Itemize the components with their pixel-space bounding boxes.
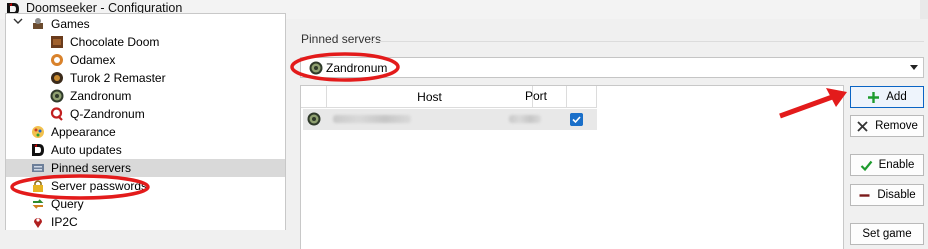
tree-item-pinned-servers[interactable]: Pinned servers bbox=[6, 159, 285, 177]
engine-select-value: Zandronum bbox=[326, 60, 388, 75]
pinned-servers-table[interactable]: Host bbox=[300, 85, 844, 249]
tree-item-auto-updates[interactable]: Auto updates bbox=[6, 141, 285, 159]
tree-item-label: Server passwords bbox=[51, 179, 148, 193]
group-label-pinned-servers: Pinned servers bbox=[301, 32, 382, 46]
tree-item-label: Games bbox=[51, 17, 90, 31]
tree-item-label: Turok 2 Remaster bbox=[70, 71, 166, 85]
tree-item-ip2c[interactable]: IP2C bbox=[6, 213, 285, 231]
tree-item-label: Pinned servers bbox=[51, 161, 132, 175]
games-icon bbox=[33, 18, 43, 29]
zandronum-icon bbox=[50, 89, 64, 103]
tree-item-turok-2-remaster[interactable]: Turok 2 Remaster bbox=[6, 69, 285, 87]
tree-item-zandronum[interactable]: Zandronum bbox=[6, 87, 285, 105]
minus-icon bbox=[859, 193, 870, 197]
set-game-button-label: Set game bbox=[862, 228, 912, 240]
add-button[interactable]: Add bbox=[850, 86, 924, 108]
tree-item-label: Q-Zandronum bbox=[70, 107, 145, 121]
q-zandronum-icon bbox=[50, 107, 63, 121]
column-header-icon[interactable] bbox=[301, 86, 327, 108]
pinned-servers-icon bbox=[32, 164, 44, 172]
tree-item-server-passwords[interactable]: Server passwords bbox=[6, 177, 285, 195]
enabled-checkbox[interactable] bbox=[570, 113, 583, 126]
column-header-enabled[interactable] bbox=[567, 86, 597, 108]
tree-item-appearance[interactable]: Appearance bbox=[6, 123, 285, 141]
auto-updates-icon bbox=[32, 144, 44, 156]
odamex-icon bbox=[51, 54, 63, 66]
settings-tree[interactable]: Games Chocolate Doom Odamex Turok 2 Rema… bbox=[5, 13, 286, 230]
map-pin-icon bbox=[34, 218, 42, 228]
appearance-icon bbox=[32, 126, 44, 138]
remove-button[interactable]: Remove bbox=[850, 115, 924, 137]
checkmark-icon bbox=[860, 160, 872, 171]
tree-item-label: Chocolate Doom bbox=[70, 35, 160, 49]
tree-item-label: Auto updates bbox=[51, 143, 122, 157]
tree-item-odamex[interactable]: Odamex bbox=[6, 51, 285, 69]
tree-item-chocolate-doom[interactable]: Chocolate Doom bbox=[6, 33, 285, 51]
column-header-label: Host bbox=[417, 89, 442, 104]
close-icon bbox=[857, 120, 868, 132]
plus-icon bbox=[868, 91, 880, 103]
turok-icon bbox=[51, 72, 63, 84]
query-icon bbox=[32, 199, 44, 209]
dropdown-arrow-icon[interactable] bbox=[910, 65, 918, 70]
port-cell-redacted bbox=[509, 115, 541, 123]
tree-item-label: Query bbox=[51, 197, 84, 211]
disable-button-label: Disable bbox=[877, 189, 916, 201]
remove-button-label: Remove bbox=[875, 120, 918, 132]
window-close-button[interactable] bbox=[920, 0, 928, 19]
tree-item-label: Zandronum bbox=[70, 89, 132, 103]
zandronum-icon bbox=[309, 61, 323, 74]
zandronum-icon bbox=[307, 112, 321, 126]
lock-icon bbox=[33, 180, 43, 192]
enable-button-label: Enable bbox=[878, 159, 915, 171]
column-header-port-text: Port bbox=[525, 89, 548, 103]
add-button-label: Add bbox=[886, 91, 907, 103]
tree-item-label: IP2C bbox=[51, 215, 78, 229]
tree-item-q-zandronum[interactable]: Q-Zandronum bbox=[6, 105, 285, 123]
table-row[interactable] bbox=[303, 109, 597, 130]
enable-button[interactable]: Enable bbox=[850, 154, 924, 176]
disable-button[interactable]: Disable bbox=[850, 184, 924, 206]
tree-item-query[interactable]: Query bbox=[6, 195, 285, 213]
tree-item-label: Appearance bbox=[51, 125, 116, 139]
engine-select[interactable]: Zandronum bbox=[300, 57, 924, 78]
chocolate-doom-icon bbox=[51, 36, 63, 48]
tree-item-label: Odamex bbox=[70, 53, 116, 67]
set-game-button[interactable]: Set game bbox=[850, 223, 924, 245]
tree-item-games[interactable]: Games bbox=[6, 15, 285, 33]
group-divider bbox=[372, 41, 924, 42]
column-header-host[interactable]: Host bbox=[327, 86, 533, 108]
host-cell-redacted bbox=[333, 115, 411, 123]
